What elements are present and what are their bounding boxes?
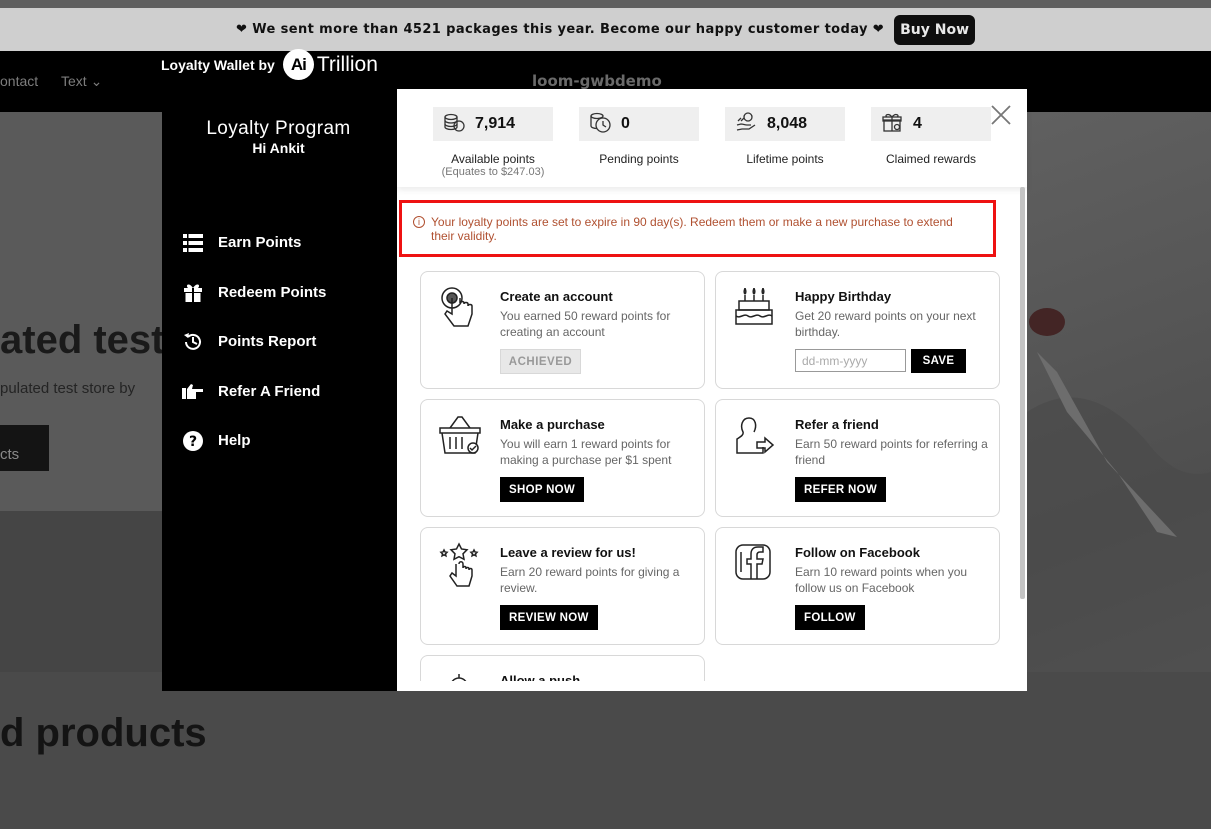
logo-name: Trillion [316,52,378,76]
card-description: Earn 10 reward points when you follow us… [795,565,968,595]
card-make-purchase: Make a purchase You will earn 1 reward p… [420,399,705,517]
pointing-hand-icon [182,380,204,402]
sidebar-title: Loyalty Program [206,118,351,139]
birthday-date-input[interactable] [795,349,906,372]
achieved-badge: ACHIEVED [500,349,581,374]
card-description: Earn 50 reward points for referring a fr… [795,437,988,467]
sidebar-item-redeem-points[interactable]: Redeem Points [182,268,326,318]
logo-ai-mark: Ai [282,49,314,80]
earn-points-grid: Create an account You earned 50 reward p… [420,271,1001,681]
hero-products-button[interactable]: cts [0,425,49,471]
card-refer-friend: Refer a friend Earn 50 reward points for… [715,399,1000,517]
refer-now-button[interactable]: REFER NOW [795,477,886,502]
list-icon [182,232,204,254]
buy-now-button[interactable]: Buy Now [894,14,975,45]
sidebar-item-label: Redeem Points [218,283,327,301]
announcement-bar: ❤ We sent more than 4521 packages this y… [0,0,1211,51]
stat-equivalent: (Equates to $247.03) [441,166,545,178]
stat-value: 8,048 [767,115,808,132]
stat-label: Claimed rewards [885,152,977,166]
refer-person-icon [733,414,775,456]
scrollbar[interactable] [1020,187,1025,599]
card-title: Create an account [500,289,613,304]
sidebar-item-help[interactable]: ? Help [182,416,326,466]
hero-image-art [1027,308,1211,672]
stat-label: Available points [451,152,535,166]
coins-clock-icon [589,111,611,138]
coins-stack-icon [443,111,465,138]
card-title: Make a purchase [500,417,605,432]
nav-text-dropdown[interactable]: Text ⌄ [61,73,102,90]
card-title: Refer a friend [795,417,879,432]
hero-subtitle: pulated test store by [0,380,136,397]
sidebar-item-label: Points Report [218,333,317,351]
hand-coins-icon [735,111,757,138]
stat-pending-points: 0 Pending points [579,89,725,187]
bell-icon [438,670,480,681]
aitrillion-logo: Ai Trillion [282,49,378,80]
stat-value: 4 [913,115,922,132]
review-now-button[interactable]: REVIEW NOW [500,605,598,630]
store-name[interactable]: loom-gwbdemo [532,72,662,90]
hero-title: ated test [0,318,165,362]
hero-image [1027,112,1211,672]
stat-available-points: 7,914 Available points (Equates to $247.… [433,89,579,187]
sidebar-item-earn-points[interactable]: Earn Points [182,218,326,268]
card-follow-facebook: Follow on Facebook Earn 10 reward points… [715,527,1000,645]
wallet-brand: Loyalty Wallet by Ai Trillion [161,49,378,80]
review-stars-icon [438,542,480,587]
help-icon: ? [182,430,204,452]
points-summary: 7,914 Available points (Equates to $247.… [397,89,1027,187]
featured-heading: d products [0,711,207,755]
card-allow-push: Allow a push [420,655,705,681]
expiry-alert: i Your loyalty points are set to expire … [399,200,996,257]
tap-finger-icon [438,286,480,328]
info-icon: i [413,216,425,228]
card-happy-birthday: Happy Birthday Get 20 reward points on y… [715,271,1000,389]
sidebar-item-label: Refer A Friend [218,382,321,400]
stat-value: 7,914 [475,115,516,132]
card-description: You will earn 1 reward points for making… [500,437,672,467]
loyalty-main-panel: 7,914 Available points (Equates to $247.… [397,89,1027,691]
announcement-text: ❤ We sent more than 4521 packages this y… [236,22,885,37]
gift-box-icon [881,111,903,138]
card-title: Leave a review for us! [500,545,636,560]
history-icon [182,331,204,353]
sidebar-menu: Earn Points Redeem Points Points Report … [182,218,326,466]
sidebar-item-label: Help [218,432,251,450]
close-icon [991,105,1011,125]
facebook-icon [733,542,775,584]
follow-button[interactable]: FOLLOW [795,605,865,630]
shopping-basket-icon [438,414,481,456]
alert-text: Your loyalty points are set to expire in… [431,215,953,243]
sidebar-item-refer-a-friend[interactable]: Refer A Friend [182,367,326,417]
birthday-cake-icon [733,286,775,328]
card-title: Follow on Facebook [795,545,920,560]
shop-now-button[interactable]: SHOP NOW [500,477,585,502]
card-create-account: Create an account You earned 50 reward p… [420,271,705,389]
stat-label: Lifetime points [746,152,824,166]
nav-contact-link[interactable]: ontact [0,73,38,89]
gift-icon [182,281,204,303]
card-description: Earn 20 reward points for giving a revie… [500,565,680,595]
close-button[interactable] [989,103,1013,127]
card-leave-review: Leave a review for us! Earn 20 reward po… [420,527,705,645]
card-title: Happy Birthday [795,289,892,304]
loyalty-sidebar: Loyalty Program Hi Ankit Earn Points Red… [162,112,397,691]
sidebar-item-label: Earn Points [218,234,302,252]
stat-value: 0 [621,115,630,132]
card-description: You earned 50 reward points for creating… [500,309,671,339]
sidebar-greeting: Hi Ankit [252,140,305,156]
stat-label: Pending points [599,152,679,166]
card-title: Allow a push [500,673,581,681]
wallet-brand-text: Loyalty Wallet by [161,56,275,73]
sidebar-item-points-report[interactable]: Points Report [182,317,326,367]
save-birthday-button[interactable]: SAVE [911,349,966,373]
card-description: Get 20 reward points on your next birthd… [795,309,976,339]
svg-text:?: ? [189,434,197,450]
stat-lifetime-points: 8,048 Lifetime points [725,89,871,187]
